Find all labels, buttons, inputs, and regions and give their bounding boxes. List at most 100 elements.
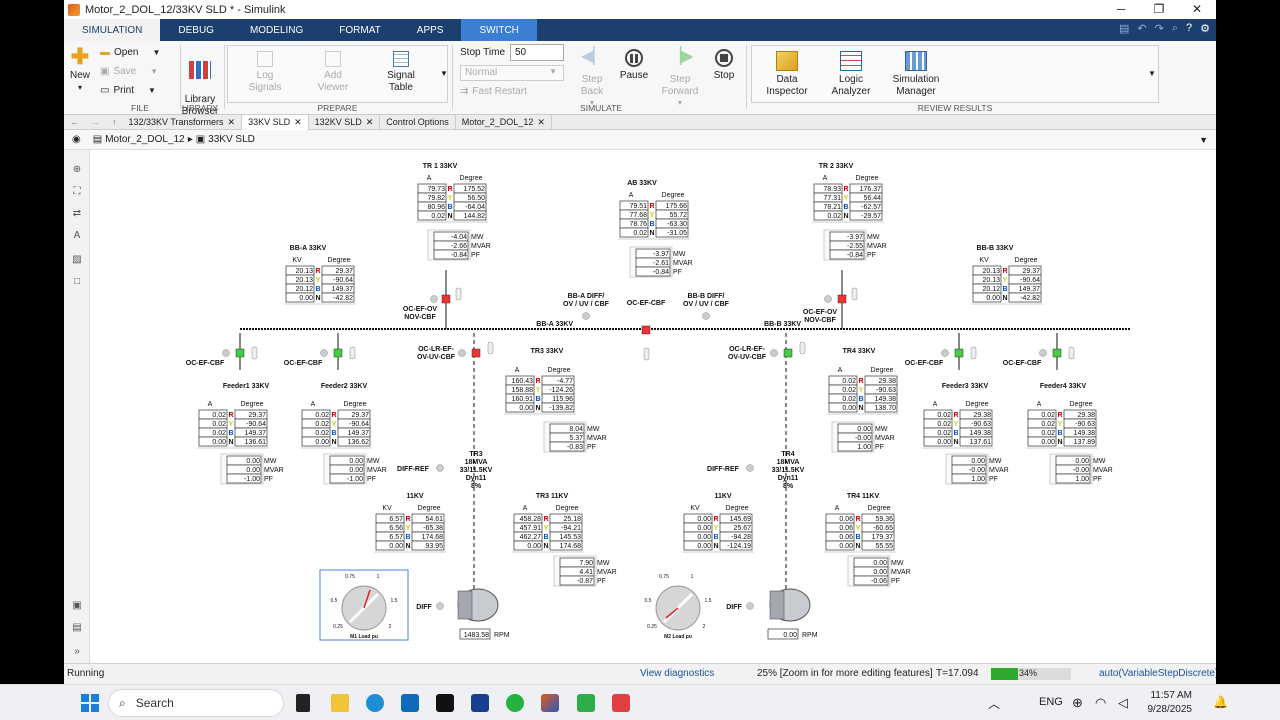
breadcrumb-current[interactable]: 33KV SLD [208,134,255,145]
new-button[interactable]: ✚ New ▾ [68,46,92,94]
kv11a-meter-phase-label: R [405,516,410,523]
feeder3-breaker [954,348,964,358]
clock-date[interactable]: 9/28/2025 [1136,704,1193,715]
doc-tab-motor[interactable]: Motor_2_DOL_12 ✕ [456,114,552,130]
feeder4-breaker [1052,348,1062,358]
help-icon[interactable]: ? [1186,22,1192,35]
tab-simulation[interactable]: SIMULATION [64,19,161,41]
chevron-down-icon: ▼ [148,86,156,95]
search-icon[interactable]: ⌕ [1172,22,1178,35]
wifi-icon[interactable]: ◠ [1095,695,1106,711]
tab-debug[interactable]: DEBUG [160,19,232,41]
screenshot-icon[interactable]: ▣ [71,600,83,612]
log-signals-button[interactable]: Log Signals [237,51,293,94]
volume-icon[interactable]: ◁ [1118,695,1128,711]
data-inspector-button[interactable]: Data Inspector [757,51,817,98]
gallery-expand-icon[interactable]: ▼ [1148,69,1156,78]
task-view-icon[interactable] [296,694,310,712]
close-button[interactable]: ✕ [1178,0,1216,19]
close-icon[interactable]: ✕ [228,117,236,128]
close-icon[interactable]: ✕ [294,117,302,128]
step-back-button[interactable]: ◀▏ Step Back ▼ [574,49,610,110]
outlook-icon[interactable] [401,694,419,712]
print-button[interactable]: ▭ Print ▼ [100,85,156,96]
model-canvas[interactable]: BB-A 33KV BB-B 33KV TR 1 33KV A Degree 79.73 R… [90,150,1216,663]
subsystem-icon: ▣ [195,134,206,145]
step-forward-button[interactable]: ▕▶ Step Forward ▼ [658,49,702,110]
feeder3-meter-degree-value: 29.38 [973,412,991,419]
forward-arrow-icon[interactable]: → [85,117,106,127]
simulation-manager-button[interactable]: Simulation Manager [885,51,947,98]
app-green-icon[interactable] [577,694,595,712]
mail-icon[interactable] [471,694,489,712]
capcut-icon[interactable] [436,694,454,712]
expand-icon[interactable]: » [71,646,83,658]
save-icon[interactable]: ▤ [1119,22,1129,35]
tab-switch[interactable]: SWITCH [461,19,537,41]
stop-time-input[interactable]: 50 [510,44,564,61]
gallery-expand-icon[interactable]: ▼ [440,69,448,78]
area-icon[interactable]: □ [71,276,83,288]
simulation-mode-select[interactable]: Normal ▼ [460,65,564,81]
fit-view-icon[interactable]: ⛶ [71,186,83,198]
chevron-down-icon[interactable]: ▼ [1199,135,1208,145]
minimize-button[interactable]: ─ [1102,0,1140,19]
redo-icon[interactable]: ↷ [1155,22,1164,35]
notification-bell-icon[interactable]: 🔔 [1213,695,1228,709]
maximize-button[interactable]: ❐ [1140,0,1178,19]
tab-apps[interactable]: APPS [399,19,462,41]
taskbar-search[interactable]: ⌕ Search [108,689,284,717]
solver-link[interactable]: auto(VariableStepDiscrete) [1099,668,1216,679]
close-icon[interactable]: ✕ [537,117,545,128]
bbb-meter-degree-value: 29.37 [1022,268,1040,275]
clock-time[interactable]: 11:57 AM [1146,690,1192,701]
breadcrumb-root[interactable]: Motor_2_DOL_12 [105,134,185,145]
fast-restart-toggle[interactable]: ⇉ Fast Restart [460,86,527,97]
quick-access-toolbar: ▤ ↶ ↷ ⌕? ⚙ [1119,22,1210,35]
hide-browser-icon[interactable]: ◉ [64,134,89,145]
open-button[interactable]: ▬ Open ▼ [100,47,160,58]
view-diagnostics-link[interactable]: View diagnostics [640,668,714,679]
tr3lv-meter-phase-label: R [543,516,548,523]
doc-tab-control-options[interactable]: Control Options [380,114,456,130]
doc-tab-33kv-sld[interactable]: 33KV SLD ✕ [242,114,309,130]
signal-table-button[interactable]: Signal Table [373,51,429,94]
whatsapp-icon[interactable] [506,694,524,712]
pause-button[interactable]: Pause [614,49,654,82]
close-icon[interactable]: ✕ [366,117,374,128]
zoom-icon[interactable]: ⊕ [71,164,83,176]
up-arrow-icon[interactable]: ↑ [106,117,123,127]
tr1-meter-phase-label: Y [448,195,453,202]
ab-meter-phase-label: B [649,221,654,228]
settings-icon[interactable]: ⚙ [1200,22,1210,35]
image-icon[interactable]: ▨ [71,254,83,266]
annotation-icon[interactable]: A [71,230,83,242]
edge-icon[interactable] [366,694,384,712]
language-indicator[interactable]: ENG [1039,696,1063,708]
windows-start-icon[interactable] [81,694,99,712]
arrow-icon[interactable]: ⇄ [71,208,83,220]
logic-analyzer-button[interactable]: Logic Analyzer [821,51,881,98]
undo-icon[interactable]: ↶ [1137,22,1146,35]
tr3lv-power-unit: PF [597,578,606,585]
stop-button[interactable]: Stop [706,49,742,82]
doc-tab-transformers[interactable]: 132/33KV Transformers ✕ [123,114,243,130]
log-signals-label: Log Signals [248,70,282,93]
explorer-icon[interactable]: ▤ [71,622,83,634]
app-red-icon[interactable] [612,694,630,712]
tr3-meter-value: 0.00 [519,405,533,412]
save-button[interactable]: ▣ Save ▼ [100,66,158,77]
tray-chevron-icon[interactable]: ︿ [988,695,1000,712]
tab-format[interactable]: FORMAT [321,19,398,41]
feeder4-indicator [1039,349,1047,357]
back-arrow-icon[interactable]: ← [64,117,85,127]
file-explorer-icon[interactable] [331,694,349,712]
network-icon[interactable]: ⊕ [1072,695,1083,711]
m1-load-dial-tick-label: 0.25 [333,624,343,630]
bbb-meter-phase-label: N [1002,295,1007,302]
doc-tab-132kv-sld[interactable]: 132KV SLD ✕ [309,114,381,130]
add-viewer-button[interactable]: Add Viewer [305,51,361,94]
matlab-icon[interactable] [541,694,559,712]
tab-modeling[interactable]: MODELING [232,19,321,41]
tr1-meter-phase-label: R [447,186,452,193]
